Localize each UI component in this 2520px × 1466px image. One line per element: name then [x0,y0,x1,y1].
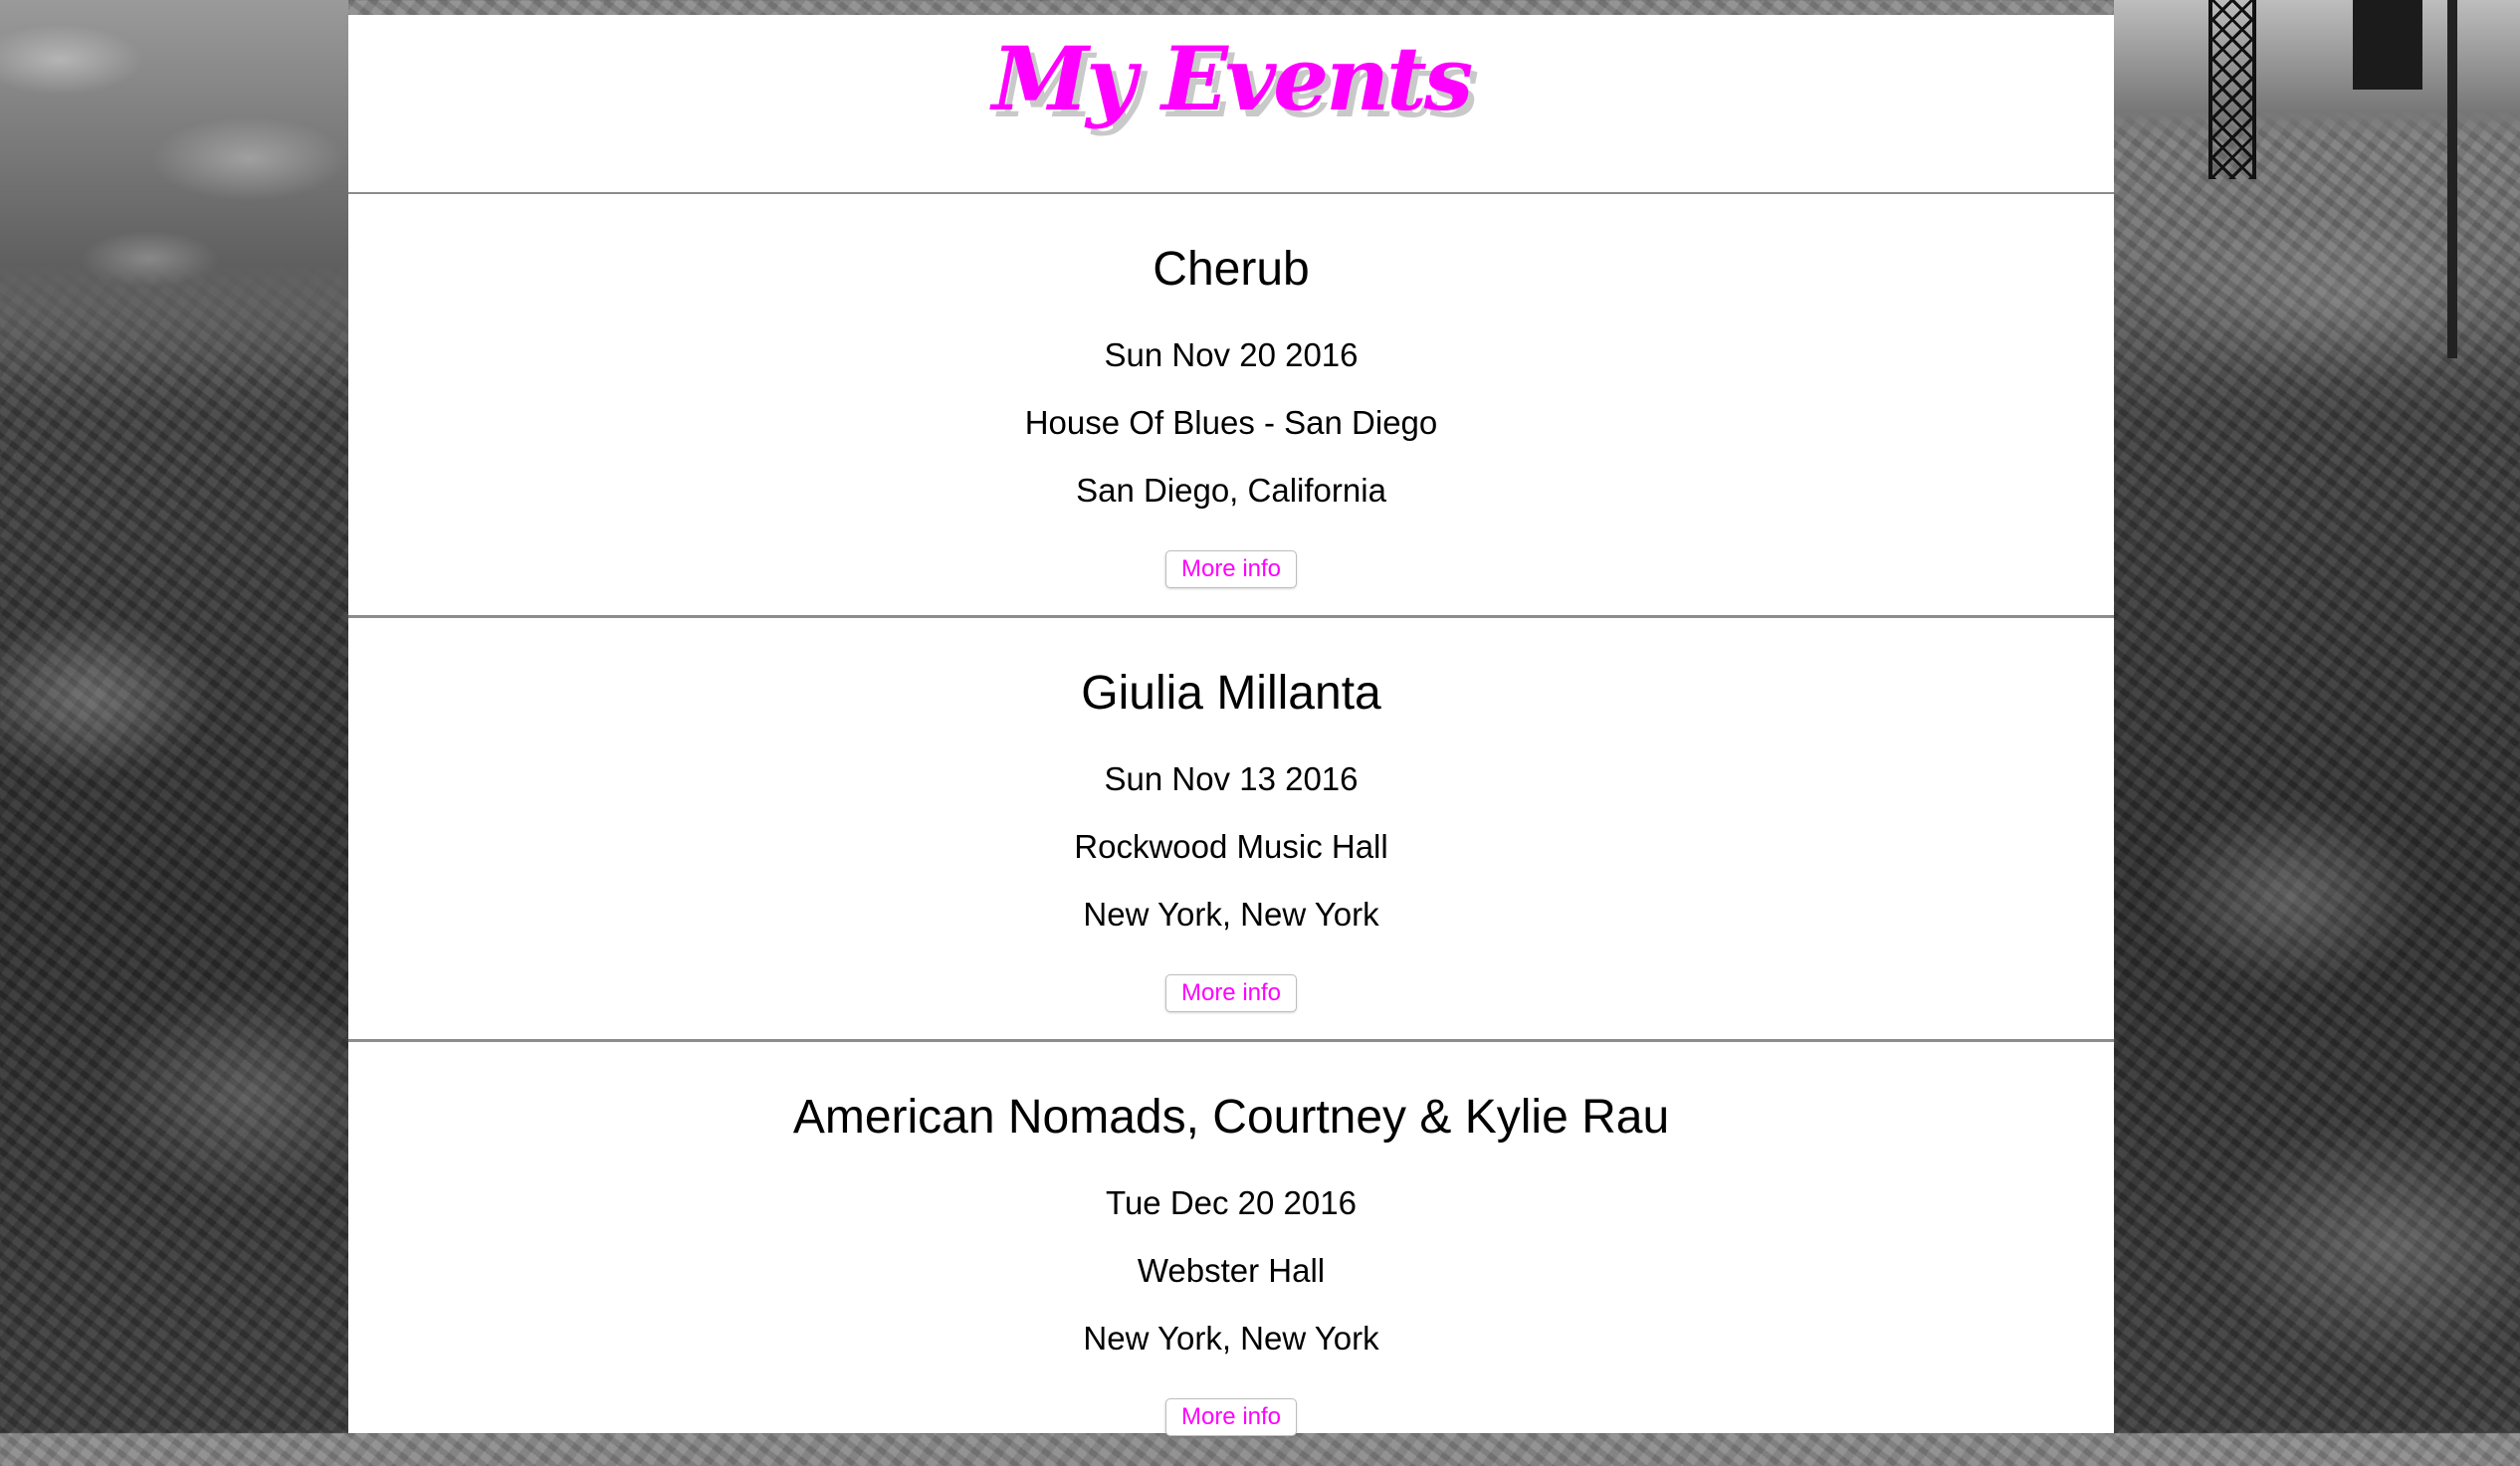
flag-pole [2447,0,2457,358]
event-date: Tue Dec 20 2016 [1106,1184,1357,1221]
event-venue: Webster Hall [1137,1252,1326,1289]
stage-truss [2208,0,2256,179]
event-card: Cherub Sun Nov 20 2016 House Of Blues - … [348,194,2114,618]
more-info-button[interactable]: More info [1164,1398,1298,1436]
event-location: New York, New York [1083,896,1379,933]
stage-flag [2353,0,2422,90]
event-location: San Diego, California [1076,472,1386,509]
event-name: Giulia Millanta [1081,667,1381,720]
event-venue: Rockwood Music Hall [1074,828,1388,865]
event-name: Cherub [1153,243,1310,296]
more-info-button[interactable]: More info [1164,974,1298,1012]
background-photo-left [0,0,348,1433]
page-header: My Events [348,15,2114,194]
background-sky [2114,0,2520,139]
event-date: Sun Nov 13 2016 [1104,760,1359,797]
event-name: American Nomads, Courtney & Kylie Rau [792,1091,1670,1144]
event-venue: House Of Blues - San Diego [1024,404,1438,441]
events-panel: My Events Cherub Sun Nov 20 2016 House O… [348,15,2114,1436]
more-info-button[interactable]: More info [1164,550,1298,588]
background-photo-right [2114,0,2520,1433]
background-sky [0,0,348,378]
event-card: Giulia Millanta Sun Nov 13 2016 Rockwood… [348,618,2114,1042]
event-location: New York, New York [1083,1320,1379,1357]
event-date: Sun Nov 20 2016 [1104,336,1359,373]
page-title: My Events [991,27,1474,130]
event-card: American Nomads, Courtney & Kylie Rau Tu… [348,1042,2114,1466]
